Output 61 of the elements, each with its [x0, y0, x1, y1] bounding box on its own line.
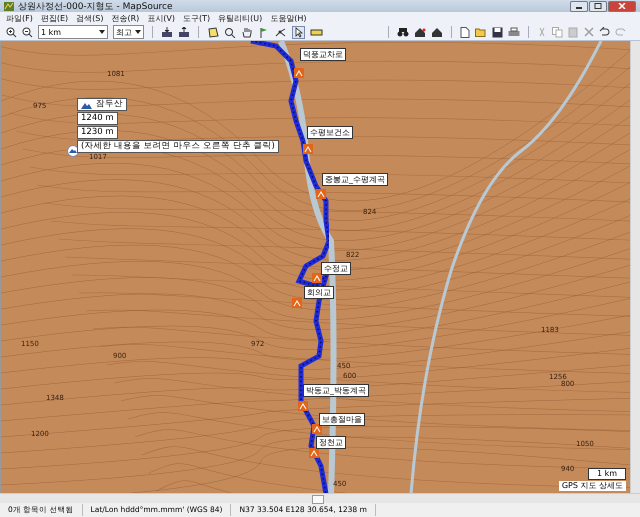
new-file-icon[interactable] [460, 26, 470, 38]
caret-icon [99, 30, 105, 34]
waypoint-marker-icon[interactable] [312, 424, 322, 434]
pointer-icon[interactable] [292, 26, 305, 38]
menu-item[interactable]: 검색(S) [76, 12, 104, 24]
waypoint-label: 정천교 [316, 436, 346, 449]
house-icon[interactable] [414, 26, 426, 38]
vertical-scrollbar[interactable] [630, 41, 640, 493]
waypoint-marker-icon[interactable] [294, 68, 304, 78]
menu-item[interactable]: 도움말(H) [270, 12, 307, 24]
peak-name: 잠두산 [96, 99, 123, 110]
caret-icon [135, 30, 141, 34]
ruler-icon[interactable] [310, 26, 323, 38]
map-select-icon[interactable] [207, 26, 219, 38]
detail-dropdown[interactable]: 최고 [113, 25, 144, 39]
horizontal-scrollbar[interactable] [0, 493, 640, 503]
waypoint-label: 덕풍교차로 [300, 48, 346, 61]
zoom-in-icon[interactable] [6, 26, 17, 38]
printer-icon[interactable] [508, 26, 520, 38]
waypoint-label: 수평보건소 [307, 126, 353, 139]
device-send-icon[interactable] [178, 26, 190, 38]
device-receive-icon[interactable] [161, 26, 173, 38]
menu-item[interactable]: 전송(R) [111, 12, 140, 24]
hand-icon[interactable] [241, 26, 253, 38]
menu-item[interactable]: 표시(V) [147, 12, 175, 24]
waypoint-label: 수정교 [321, 262, 351, 275]
close-icon [618, 3, 626, 9]
map-icon [4, 2, 14, 10]
waypoint-marker-icon[interactable] [303, 144, 313, 154]
binoculars-icon[interactable] [397, 26, 409, 38]
maximize-icon [594, 3, 602, 9]
delete-icon[interactable] [584, 27, 594, 37]
waypoint-marker-icon[interactable] [312, 273, 322, 283]
waypoint-marker-icon[interactable] [309, 448, 319, 458]
zoom-out-icon[interactable] [22, 26, 33, 38]
waypoint-label: 회의교 [304, 286, 334, 299]
route-tool-icon[interactable] [275, 26, 287, 38]
window-title: 상원사정선-000-지형도 - MapSource [18, 0, 173, 12]
menu-item[interactable]: 도구(T) [183, 12, 210, 24]
zoom-scale-dropdown[interactable]: 1 km [38, 25, 108, 39]
close-button[interactable] [608, 0, 636, 12]
waypoint-marker-icon[interactable] [298, 401, 308, 411]
waypoint-label: 중봉교_수평계곡 [322, 173, 388, 186]
undo-icon[interactable] [599, 27, 610, 37]
map-name-label: GPS 지도 상세도 [558, 481, 626, 491]
scale-bar: 1 km [588, 468, 626, 480]
minimize-button[interactable] [570, 0, 588, 12]
zoom-tool-icon[interactable] [224, 26, 236, 38]
waypoint-label: 박동교_박동계곡 [303, 384, 369, 397]
menu-item[interactable]: 유틸리티(U) [218, 12, 262, 24]
waypoint-label: 보총절마을 [319, 413, 365, 426]
menu-item[interactable]: 파일(F) [6, 12, 33, 24]
waypoint-marker-icon[interactable] [292, 298, 302, 308]
menu-item[interactable]: 편집(E) [40, 12, 68, 24]
maximize-button[interactable] [589, 0, 607, 12]
mountain-icon [81, 100, 92, 108]
house-icon[interactable] [431, 26, 443, 38]
save-icon[interactable] [492, 26, 503, 38]
mountain-waypoint-icon[interactable] [67, 145, 79, 157]
waypoint-marker-icon[interactable] [316, 189, 326, 199]
folder-icon[interactable] [475, 26, 487, 38]
